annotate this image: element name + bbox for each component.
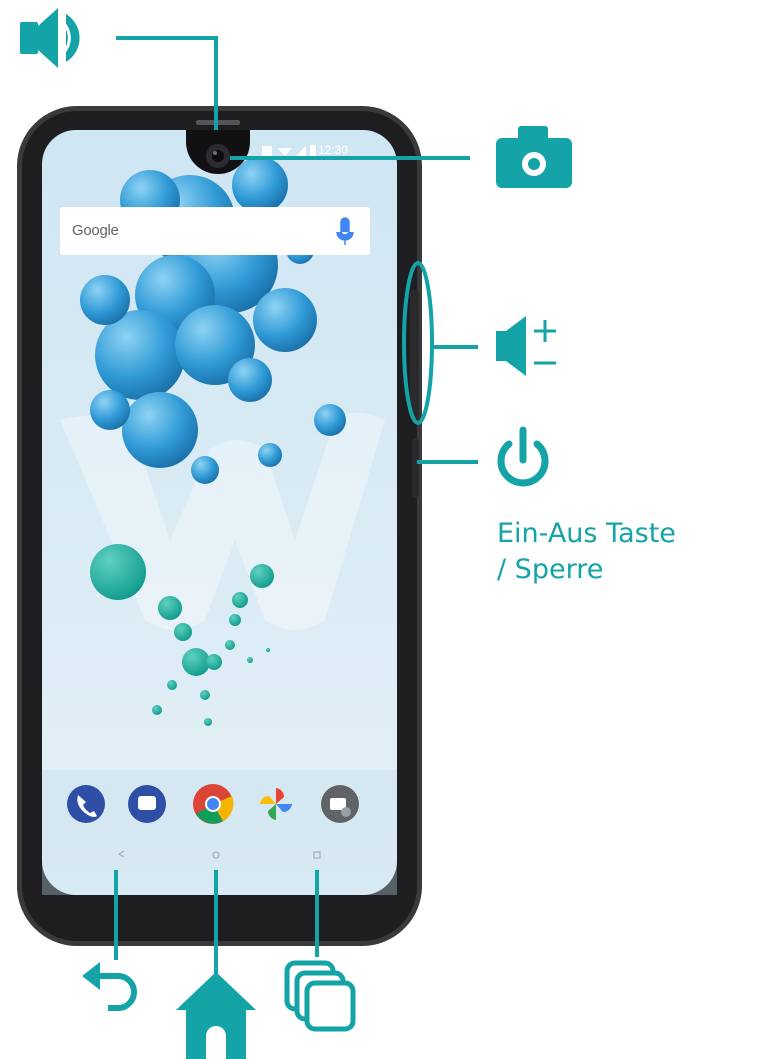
recent-apps-icon [284,960,356,1032]
power-button[interactable] [412,438,419,498]
volume-buttons[interactable] [410,290,419,420]
home-icon [176,972,256,1059]
back-icon [82,962,137,1011]
battery-icon [310,145,316,156]
power-label-line2: / Sperre [497,554,604,585]
power-icon [497,426,549,487]
notification-icon [262,146,272,156]
camera-app-icon[interactable] [321,785,359,823]
power-label-line1: Ein-Aus Taste [497,518,676,549]
phone-icon[interactable] [67,785,105,823]
messages-icon[interactable] [128,785,166,823]
volume-icon [496,316,556,376]
status-time: 12:30 [318,143,349,157]
google-search-logo: Google [72,222,119,239]
camera-icon [496,126,572,188]
speaker-icon [20,8,80,68]
